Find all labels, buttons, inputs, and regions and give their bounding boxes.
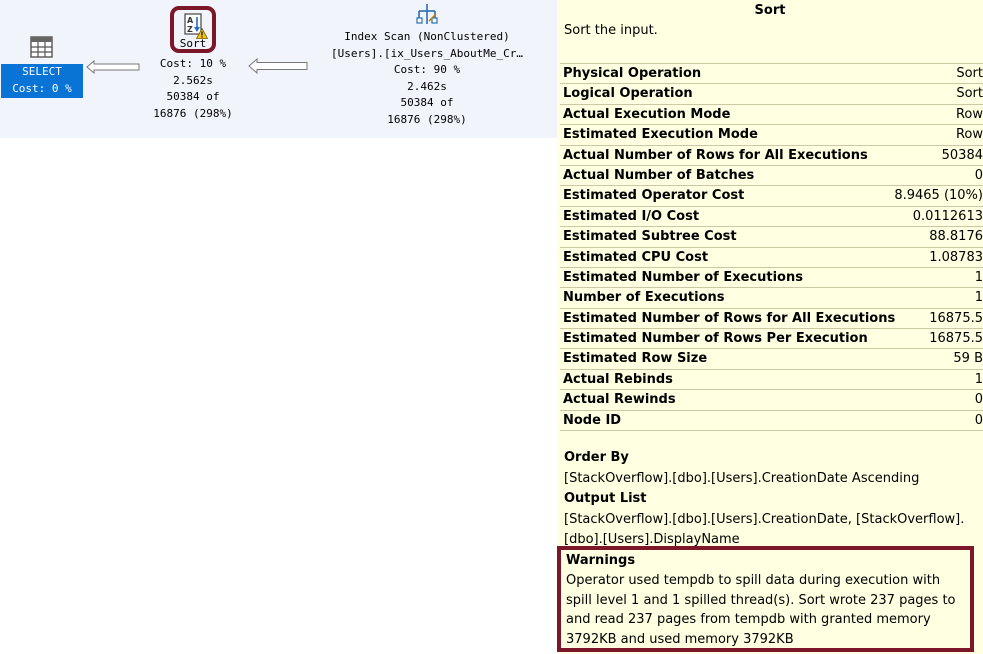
order-by-value: [StackOverflow].[dbo].[Users].CreationDa… bbox=[564, 471, 920, 486]
index-scan-icon bbox=[416, 4, 438, 24]
property-row: Estimated I/O Cost 0.0112613 bbox=[560, 205, 983, 226]
property-row: Estimated Subtree Cost 88.8176 bbox=[560, 226, 983, 246]
property-value: Sort bbox=[956, 86, 983, 102]
index-scan-actual-rows: 50384 of bbox=[400, 96, 454, 109]
property-name: Number of Executions bbox=[563, 290, 725, 306]
property-value: 8.9465 (10%) bbox=[894, 188, 983, 204]
property-row: Actual Number of Rows for All Executions… bbox=[560, 144, 983, 165]
operator-properties-tooltip: Sort Sort the input. Physical Operation S… bbox=[557, 0, 983, 654]
property-value: Sort bbox=[956, 66, 983, 81]
property-name: Estimated I/O Cost bbox=[563, 208, 700, 224]
sort-time: 2.562s bbox=[173, 73, 213, 87]
output-list-header: Output List bbox=[564, 491, 647, 506]
sort-actual-rows: 50384 of bbox=[166, 90, 220, 103]
property-row: Estimated Row Size 59 B bbox=[560, 348, 983, 368]
property-row: Estimated Operator Cost 8.9465 (10%) bbox=[560, 185, 983, 205]
warnings-header: Warnings bbox=[566, 553, 636, 568]
warnings-text: Operator used tempdb to spill data durin… bbox=[566, 573, 956, 647]
select-label: SELECT bbox=[22, 65, 62, 78]
property-value: 16875.5 bbox=[929, 331, 983, 347]
property-value: 1 bbox=[974, 371, 983, 387]
property-value: 0.0112613 bbox=[912, 208, 983, 224]
property-row: Number of Executions 1 bbox=[560, 287, 983, 307]
order-by-header: Order By bbox=[564, 450, 629, 465]
property-row: Actual Rewinds 0 bbox=[560, 389, 983, 409]
property-value: 88.8176 bbox=[929, 229, 983, 245]
property-row: Estimated CPU Cost 1.08783 bbox=[560, 246, 983, 267]
property-name: Actual Rebinds bbox=[563, 371, 673, 387]
property-name: Actual Number of Rows for All Executions bbox=[563, 147, 868, 163]
property-name: Estimated Number of Rows for All Executi… bbox=[563, 310, 896, 326]
index-scan-cost: Cost: 90 % bbox=[393, 63, 461, 76]
property-name: Logical Operation bbox=[563, 86, 693, 102]
flow-arrow-scan-to-sort bbox=[248, 58, 308, 74]
property-row: Logical Operation Sort bbox=[560, 83, 983, 103]
property-name: Actual Rewinds bbox=[563, 392, 676, 408]
property-value: 16875.5 bbox=[929, 310, 983, 326]
property-value: 0 bbox=[974, 392, 983, 408]
index-scan-time: 2.462s bbox=[407, 79, 447, 93]
property-row: Estimated Execution Mode Row bbox=[560, 124, 983, 144]
property-name: Estimated Number of Rows Per Execution bbox=[563, 331, 868, 347]
sort-highlight-frame: A Z Sort bbox=[170, 6, 216, 53]
index-scan-object: [Users].[ix_Users_AboutMe_Cr… bbox=[330, 46, 524, 60]
property-value: 1 bbox=[974, 269, 983, 285]
property-name: Node ID bbox=[563, 412, 622, 428]
property-value: 0 bbox=[974, 412, 983, 428]
property-row: Estimated Number of Rows Per Execution 16… bbox=[560, 328, 983, 348]
index-scan-title: Index Scan (NonClustered) bbox=[344, 30, 510, 43]
property-name: Actual Number of Batches bbox=[563, 167, 755, 183]
property-row: Actual Execution Mode Row bbox=[560, 103, 983, 124]
sort-stats: Cost: 10 % 2.562s 50384 of 16876 (298%) bbox=[140, 56, 246, 122]
index-scan-details: Index Scan (NonClustered) [Users].[ix_Us… bbox=[300, 29, 554, 128]
select-operator-label[interactable]: SELECT Cost: 0 % bbox=[1, 64, 83, 98]
property-value: Row bbox=[955, 106, 983, 122]
property-row: Actual Rebinds 1 bbox=[560, 368, 983, 389]
property-value: 1 bbox=[974, 290, 983, 306]
output-list-value: [StackOverflow].[dbo].[Users].CreationDa… bbox=[564, 512, 965, 547]
property-name: Estimated Execution Mode bbox=[563, 127, 758, 143]
property-name: Estimated Subtree Cost bbox=[563, 229, 737, 245]
property-row: Node ID 0 bbox=[560, 409, 983, 432]
select-table-icon bbox=[30, 36, 53, 58]
execution-plan-canvas: SELECT Cost: 0 % A Z Sort Cost: 10 % 2.5… bbox=[0, 0, 557, 138]
svg-text:A: A bbox=[187, 16, 194, 25]
property-value: 59 B bbox=[953, 351, 983, 367]
property-row: Physical Operation Sort bbox=[560, 63, 983, 83]
sort-cost: Cost: 10 % bbox=[159, 57, 227, 70]
property-name: Estimated Row Size bbox=[563, 351, 708, 367]
sort-label: Sort bbox=[179, 37, 207, 50]
property-value: 1.08783 bbox=[929, 249, 983, 265]
property-row: Estimated Number of Executions 1 bbox=[560, 266, 983, 287]
sort-estimated-rows: 16876 (298%) bbox=[153, 106, 233, 120]
property-name: Estimated Number of Executions bbox=[563, 269, 803, 285]
property-name: Estimated Operator Cost bbox=[563, 188, 745, 204]
index-scan-estimated-rows: 16876 (298%) bbox=[387, 112, 467, 126]
properties-table: Physical Operation Sort Logical Operation S… bbox=[560, 63, 983, 432]
warnings-callout: Warnings Operator used tempdb to spill d… bbox=[557, 546, 974, 652]
tooltip-title: Sort bbox=[754, 3, 786, 18]
property-name: Estimated CPU Cost bbox=[563, 249, 709, 265]
property-value: 0 bbox=[974, 167, 983, 183]
svg-text:Z: Z bbox=[187, 25, 193, 34]
property-name: Physical Operation bbox=[563, 66, 702, 81]
tooltip-description: Sort the input. bbox=[564, 23, 658, 38]
flow-arrow-sort-to-select bbox=[86, 60, 140, 74]
property-row: Actual Number of Batches 0 bbox=[560, 164, 983, 185]
property-row: Estimated Number of Rows for All Executi… bbox=[560, 307, 983, 328]
select-cost: Cost: 0 % bbox=[12, 81, 72, 95]
property-value: 50384 bbox=[941, 147, 983, 163]
property-name: Actual Execution Mode bbox=[563, 106, 731, 122]
property-value: Row bbox=[955, 127, 983, 143]
